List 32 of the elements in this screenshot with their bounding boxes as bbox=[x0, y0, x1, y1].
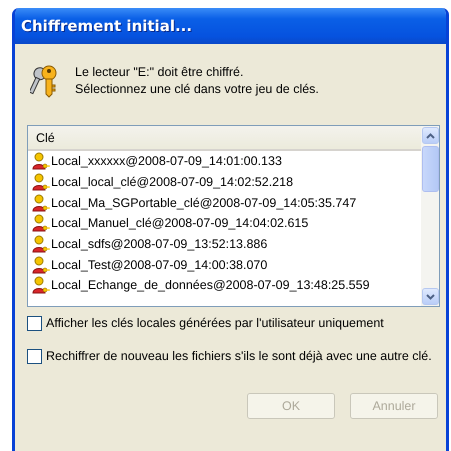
scrollbar[interactable] bbox=[421, 126, 439, 306]
scroll-up-icon[interactable] bbox=[426, 132, 434, 138]
checkbox-label[interactable]: Rechiffrer de nouveau les fichiers s'ils le sont déjà avec une autre clé. bbox=[46, 348, 432, 365]
key-name: Local_sdfs@2008-07-09_13:52:13.886 bbox=[51, 237, 268, 252]
checkbox-label[interactable]: Afficher les clés locales générées par l'utilisateur uniquement bbox=[46, 315, 384, 332]
user-key-icon bbox=[32, 235, 50, 254]
user-key-icon bbox=[32, 152, 50, 170]
key-list-item[interactable]: Local_Ma_SGPortable_clé@2008-07-09_14:05:35.747 bbox=[28, 192, 421, 214]
user-key-icon bbox=[32, 194, 50, 212]
key-list-item[interactable]: Local_Test@2008-07-09_14:00:38.070 bbox=[28, 254, 421, 276]
window-title: Chiffrement initial... bbox=[21, 17, 192, 35]
key-list-item[interactable]: Local_xxxxxx@2008-07-09_14:01:00.133 bbox=[28, 151, 421, 172]
key-name: Local_Echange_de_données@2008-07-09_13:48:25.559 bbox=[51, 278, 370, 292]
key-name: Local_Manuel_clé@2008-07-09_14:04:02.615 bbox=[51, 216, 308, 230]
key-list-item[interactable]: Local_Echange_de_données@2008-07-09_13:48:25.559 bbox=[28, 275, 421, 296]
user-key-icon bbox=[32, 256, 50, 274]
scroll-thumb[interactable] bbox=[422, 146, 438, 192]
user-key-icon bbox=[32, 173, 50, 192]
column-header[interactable]: Clé bbox=[28, 126, 421, 151]
checkbox[interactable] bbox=[27, 316, 42, 331]
user-key-icon bbox=[32, 276, 50, 294]
key-list-item[interactable]: Local_sdfs@2008-07-09_13:52:13.886 bbox=[28, 234, 421, 254]
key-name: Local_Ma_SGPortable_clé@2008-07-09_14:05:35.747 bbox=[51, 196, 356, 210]
key-name: Local_local_clé@2008-07-09_14:02:52.218 bbox=[51, 175, 294, 190]
message-text: Le lecteur "E:" doit être chiffré. Sélectionnez une clé dans votre jeu de clés. bbox=[75, 64, 319, 98]
key-name: Local_xxxxxx@2008-07-09_14:01:00.133 bbox=[51, 154, 282, 168]
scroll-down-icon[interactable] bbox=[426, 294, 434, 300]
key-list-item[interactable]: Local_Manuel_clé@2008-07-09_14:04:02.615 bbox=[28, 213, 421, 234]
key-list-item[interactable]: Local_local_clé@2008-07-09_14:02:52.218 bbox=[28, 172, 421, 192]
key-name: Local_Test@2008-07-09_14:00:38.070 bbox=[51, 258, 268, 272]
user-key-icon bbox=[32, 214, 50, 232]
checkbox[interactable] bbox=[27, 349, 42, 364]
